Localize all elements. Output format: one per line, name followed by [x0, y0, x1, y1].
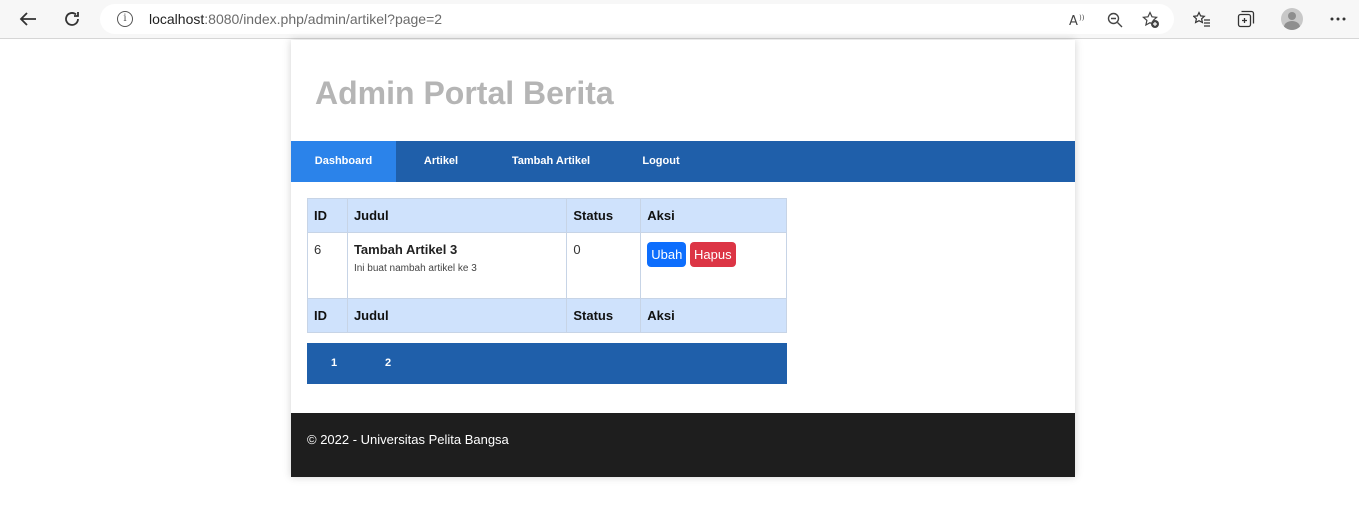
add-favorite-icon[interactable] [1142, 11, 1160, 29]
avatar-head [1288, 12, 1296, 20]
footer-header-judul: Judul [346, 298, 568, 333]
pagination: 1 2 [307, 343, 787, 384]
profile-avatar[interactable] [1281, 8, 1303, 30]
favorites-icon[interactable] [1192, 9, 1212, 29]
site-footer: © 2022 - Universitas Pelita Bangsa [291, 413, 1075, 477]
address-bar[interactable]: i localhost:8080/index.php/admin/artikel… [100, 4, 1174, 34]
url-host: localhost [149, 11, 205, 27]
delete-button[interactable]: Hapus [689, 242, 736, 267]
site-title: Admin Portal Berita [315, 75, 614, 111]
footer-copyright: © 2022 - Universitas Pelita Bangsa [307, 432, 509, 447]
main-navbar: Dashboard Artikel Tambah Artikel Logout [291, 141, 1075, 182]
footer-header-status: Status [566, 298, 642, 333]
table-header-row: ID Judul Status Aksi [307, 198, 787, 233]
artikel-table: ID Judul Status Aksi 6 Tambah Artikel 3 … [307, 198, 787, 333]
table-row: 6 Tambah Artikel 3 Ini buat nambah artik… [307, 232, 787, 299]
edit-button[interactable]: Ubah [647, 242, 687, 267]
page-link-1[interactable]: 1 [331, 343, 337, 384]
table-footer-row: ID Judul Status Aksi [307, 298, 787, 333]
cell-judul: Tambah Artikel 3 Ini buat nambah artikel… [346, 232, 568, 299]
more-options-icon[interactable] [1328, 9, 1348, 29]
cell-status: 0 [566, 232, 642, 299]
svg-text:A: A [1069, 14, 1078, 28]
cell-id: 6 [307, 232, 348, 299]
cell-aksi: Ubah Hapus [640, 232, 787, 299]
article-title: Tambah Artikel 3 [353, 242, 458, 257]
nav-dashboard[interactable]: Dashboard [291, 141, 396, 182]
nav-tambah-artikel[interactable]: Tambah Artikel [486, 141, 616, 182]
header-aksi: Aksi [640, 198, 787, 233]
footer-header-id: ID [307, 298, 348, 333]
browser-toolbar: i localhost:8080/index.php/admin/artikel… [0, 0, 1359, 39]
back-icon[interactable] [14, 6, 42, 32]
url-path: :8080/index.php/admin/artikel?page=2 [204, 11, 443, 27]
zoom-out-icon[interactable] [1106, 11, 1124, 29]
avatar-body [1284, 21, 1300, 30]
collections-icon[interactable] [1236, 9, 1256, 29]
site-header: Admin Portal Berita [291, 40, 1075, 141]
refresh-icon[interactable] [58, 6, 86, 32]
url-text[interactable]: localhost:8080/index.php/admin/artikel?p… [149, 11, 442, 27]
page-container: Admin Portal Berita Dashboard Artikel Ta… [291, 40, 1075, 477]
header-judul: Judul [346, 198, 568, 233]
footer-header-aksi: Aksi [640, 298, 787, 333]
nav-logout[interactable]: Logout [616, 141, 706, 182]
nav-artikel[interactable]: Artikel [396, 141, 486, 182]
article-description: Ini buat nambah artikel ke 3 [353, 263, 477, 274]
svg-text:)): )) [1079, 14, 1085, 22]
read-aloud-icon[interactable]: A)) [1069, 11, 1087, 29]
header-id: ID [307, 198, 348, 233]
header-status: Status [566, 198, 642, 233]
page-link-2[interactable]: 2 [385, 343, 391, 384]
site-info-icon[interactable]: i [117, 11, 133, 27]
